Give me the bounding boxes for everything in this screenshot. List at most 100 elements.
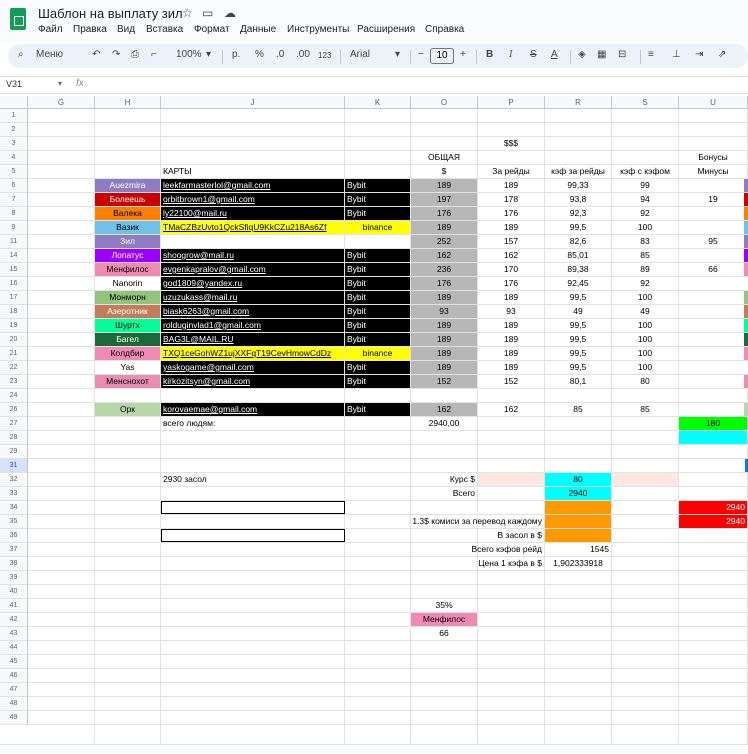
kef-with-kef-cell[interactable]: 80 [612, 375, 678, 388]
kef-with-kef-cell[interactable]: 89 [612, 263, 678, 276]
row-header[interactable]: 15 [0, 263, 28, 277]
menu-format[interactable]: Формат [194, 24, 230, 35]
row-header[interactable]: 31 [0, 459, 28, 473]
search-icon[interactable]: ⌕ [18, 49, 24, 60]
vsego-kefov-label[interactable]: Всего кэфов рейд [345, 543, 544, 556]
star-icon[interactable]: ☆ [182, 6, 193, 20]
row-header[interactable]: 27 [0, 417, 28, 431]
bordered-box[interactable] [161, 501, 345, 514]
row-header[interactable]: 29 [0, 445, 28, 459]
minus-cell[interactable] [679, 305, 747, 318]
total-cell[interactable]: 189 [411, 361, 477, 374]
player-name-cell[interactable]: Монморн [95, 291, 160, 304]
player-name-cell[interactable]: Лопатус [95, 249, 160, 262]
minus-cell[interactable]: 66 [679, 263, 747, 276]
row-header[interactable]: 41 [0, 599, 28, 613]
minus-cell[interactable]: 95 [679, 235, 747, 248]
total-cell[interactable]: 252 [411, 235, 477, 248]
bordered-box[interactable] [161, 529, 345, 542]
bank-cell[interactable]: Bybit [345, 361, 410, 374]
column-header[interactable]: R [545, 96, 612, 109]
card-cell[interactable]: korovaemae@gmail.com [161, 403, 344, 416]
menu-insert[interactable]: Вставка [146, 24, 183, 35]
zasol-label[interactable]: 2930 засол [161, 473, 344, 486]
n66-cell[interactable]: 66 [411, 627, 477, 640]
player-name-cell[interactable]: Колдбир [95, 347, 160, 360]
kef-with-kef-cell[interactable]: 100 [612, 319, 678, 332]
row-header[interactable]: 46 [0, 669, 28, 683]
text-wrap-icon[interactable]: ⇥ [695, 49, 703, 60]
kef-cell[interactable]: 99,5 [545, 319, 611, 332]
total-cell[interactable]: 93 [411, 305, 477, 318]
card-cell[interactable]: biask6263@gmail.com [161, 305, 344, 318]
bank-cell[interactable]: Bybit [345, 319, 410, 332]
card-cell[interactable]: yaskogame@gmail.com [161, 361, 344, 374]
minus-cell[interactable] [679, 333, 747, 346]
menu-help[interactable]: Справка [425, 24, 464, 35]
borders-icon[interactable]: ▦ [597, 49, 606, 60]
row-header[interactable]: 6 [0, 179, 28, 193]
kef-with-kef-cell[interactable]: 100 [612, 361, 678, 374]
column-header[interactable]: O [411, 96, 478, 109]
raids-cell[interactable]: 178 [478, 193, 544, 206]
card-cell[interactable]: orbitbrown1@gmail.com [161, 193, 344, 206]
bank-cell[interactable]: Bybit [345, 375, 410, 388]
bank-cell[interactable]: Bybit [345, 403, 410, 416]
row-header[interactable]: 3 [0, 137, 28, 151]
player-name-cell[interactable]: Болеешь [95, 193, 160, 206]
row-header[interactable]: 9 [0, 221, 28, 235]
row-header[interactable]: 19 [0, 319, 28, 333]
red-total-cell[interactable]: 2940 [679, 501, 747, 514]
kurs-spacer[interactable] [478, 473, 544, 486]
row-header[interactable]: 18 [0, 305, 28, 319]
header-bonusy[interactable]: Бонусы [679, 151, 747, 164]
vsego-lyudyam-label[interactable]: всего людям: [161, 417, 344, 430]
bank-cell[interactable]: binance [345, 221, 410, 234]
kef-with-kef-cell[interactable]: 92 [612, 277, 678, 290]
column-header[interactable] [0, 96, 28, 109]
orange-cell[interactable] [545, 515, 611, 528]
raids-cell[interactable]: 189 [478, 291, 544, 304]
minus-cell[interactable] [679, 291, 747, 304]
kef-with-kef-cell[interactable]: 49 [612, 305, 678, 318]
total-cell[interactable]: 189 [411, 333, 477, 346]
minus-cell[interactable] [679, 249, 747, 262]
vsego-kefov-value[interactable]: 1545 [545, 543, 611, 556]
kef-cell[interactable]: 99,5 [545, 221, 611, 234]
undo-icon[interactable]: ↶ [92, 49, 100, 60]
pct-cell[interactable]: 35% [411, 599, 477, 612]
kef-cell[interactable]: 85 [545, 403, 611, 416]
total-cell[interactable]: 176 [411, 277, 477, 290]
total-cell[interactable]: 152 [411, 375, 477, 388]
row-header[interactable]: 17 [0, 291, 28, 305]
bank-cell[interactable]: Bybit [345, 333, 410, 346]
bold-button[interactable]: B [486, 49, 493, 60]
player-name-cell[interactable]: Зил [95, 235, 160, 248]
row-header[interactable]: 36 [0, 529, 28, 543]
decrease-decimal-button[interactable]: .0 [276, 49, 284, 60]
row-header[interactable]: 4 [0, 151, 28, 165]
redo-icon[interactable]: ↷ [112, 49, 120, 60]
row-header[interactable]: 8 [0, 207, 28, 221]
sheet-grid[interactable]: G H J K O P R S U 1 2 3 4 5 6 7 8 9 11 14 15 16 17 18 19 20 21 22 23… [0, 96, 748, 744]
header-kef-s-kefom[interactable]: кэф с кэфом [612, 165, 678, 178]
chevron-down-icon[interactable]: ▾ [206, 49, 211, 60]
cena-kefa-label[interactable]: Цена 1 кэфа в $ [345, 557, 544, 570]
header-kef-za-reidy[interactable]: кэф за рейды [545, 165, 611, 178]
row-header[interactable]: 38 [0, 557, 28, 571]
total-sum-cell[interactable]: 2940,00 [411, 417, 477, 430]
card-cell[interactable]: kirkozitsyn@gmail.com [161, 375, 344, 388]
card-cell[interactable]: ly22100@mail.ru [161, 207, 344, 220]
more-formats-button[interactable]: 123 [318, 51, 331, 60]
kef-cell[interactable]: 89,38 [545, 263, 611, 276]
decrease-font-size-button[interactable]: − [418, 49, 424, 60]
header-sss[interactable]: $$$ [478, 137, 544, 150]
cyan-cell[interactable] [679, 431, 747, 444]
bank-cell[interactable]: Bybit [345, 249, 410, 262]
player-name-cell[interactable]: Багел [95, 333, 160, 346]
card-cell[interactable]: evgenkapralov@gmail.com [161, 263, 344, 276]
kef-with-kef-cell[interactable]: 85 [612, 249, 678, 262]
row-header[interactable]: 24 [0, 389, 28, 403]
bank-cell[interactable] [345, 235, 410, 248]
kurs-spacer-2[interactable] [612, 473, 678, 486]
